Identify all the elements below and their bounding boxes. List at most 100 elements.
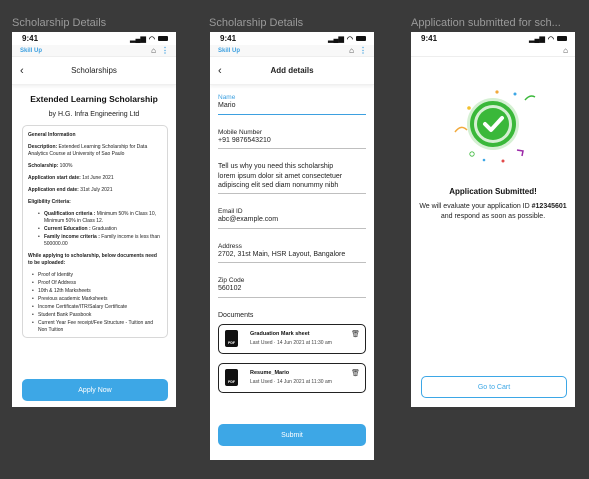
success-fill — [477, 108, 509, 140]
page-title: Add details — [270, 66, 314, 75]
start-date-label: Application start date: — [28, 175, 81, 181]
page-title: Scholarships — [71, 66, 117, 75]
application-id: #12345601 — [531, 203, 567, 210]
mobile-label: Mobile Number — [218, 128, 263, 136]
address-label: Address — [218, 242, 242, 250]
email-field[interactable]: Email ID abc@example.com — [218, 208, 366, 229]
battery-icon — [557, 36, 567, 41]
signal-icon: ▂▄▆ — [130, 35, 146, 43]
document-meta: Last Used · 14 Jun 2021 at 11:30 am — [250, 379, 332, 385]
page-header: ‹ Add details — [210, 57, 374, 85]
scholarship-info-card: General Information Description: Extende… — [22, 125, 168, 338]
list-item: Current Year Fee receipt/Fee Structure -… — [32, 320, 162, 334]
back-icon[interactable]: ‹ — [218, 65, 222, 77]
status-bar: 9:41 ▂▄▆ ◠ — [411, 32, 575, 45]
wifi-icon: ◠ — [148, 35, 155, 43]
name-value[interactable]: Mario — [218, 102, 366, 111]
trash-icon[interactable]: 🗑 — [351, 369, 360, 377]
zip-value[interactable]: 560102 — [218, 285, 366, 294]
frame-title-1: Scholarship Details — [12, 17, 107, 29]
confetti-ring — [469, 151, 475, 157]
phone-submitted: 9:41 ▂▄▆ ◠ ⌂ Application Submitted! We wi… — [411, 32, 575, 407]
documents-label: Documents — [218, 311, 254, 319]
criteria-item: Family income criteria : Family income i… — [34, 234, 162, 248]
pdf-icon: PDF — [225, 369, 238, 386]
document-item[interactable]: PDF Resume_Mario Last Used · 14 Jun 2021… — [218, 362, 366, 393]
zip-label: Zip Code — [218, 277, 245, 284]
brand-logo[interactable]: Skill Up — [218, 48, 240, 54]
go-to-cart-button[interactable]: Go to Cart — [421, 376, 567, 398]
description-label: Description: — [28, 144, 58, 150]
list-item: 10th & 12th Marksheets — [32, 288, 162, 295]
mobile-field[interactable]: Mobile Number +91 9876543210 — [218, 128, 366, 149]
apply-now-button[interactable]: Apply Now — [22, 379, 168, 401]
scholarship-label: Scholarship: — [28, 163, 59, 169]
list-item: Student Bank Passbook — [32, 312, 162, 319]
address-field[interactable]: Address 2702, 31st Main, HSR Layout, Ban… — [218, 242, 366, 263]
name-label: Name — [218, 94, 236, 101]
success-illustration — [454, 90, 536, 163]
pdf-icon: PDF — [225, 330, 238, 347]
frame-title-3: Application submitted for sch... — [411, 17, 561, 29]
confetti-dot — [501, 159, 505, 163]
general-info-heading: General Information — [28, 132, 76, 138]
page-header: ‹ Scholarships — [12, 57, 176, 85]
document-name: Resume_Mario — [250, 370, 290, 376]
required-docs-list: Proof of Identity Proof Of Address 10th … — [28, 272, 162, 334]
eligibility-heading: Eligibility Criteria: — [28, 199, 71, 205]
brand-logo[interactable]: Skill Up — [20, 48, 42, 54]
reason-field[interactable]: Tell us why you need this scholarship lo… — [218, 163, 366, 194]
email-label: Email ID — [218, 208, 243, 215]
reason-value[interactable]: lorem ipsum dolor sit amet consectetuer … — [218, 173, 366, 190]
zip-field[interactable]: Zip Code 560102 — [218, 277, 366, 298]
list-item: Previous academic Marksheets — [32, 296, 162, 303]
more-icon[interactable]: ⋮ — [359, 46, 367, 55]
success-title: Application Submitted! — [449, 187, 537, 196]
app-bar: Skill Up ⌂ ⋮ — [12, 45, 176, 57]
battery-icon — [356, 36, 366, 41]
scholarship-name: Extended Learning Scholarship — [30, 94, 158, 104]
address-value[interactable]: 2702, 31st Main, HSR Layout, Bangalore — [218, 251, 366, 260]
submit-button[interactable]: Submit — [218, 424, 366, 446]
end-date-value: 31st July 2021 — [78, 187, 113, 193]
status-bar: 9:41 ▂▄▆ ◠ — [210, 32, 374, 45]
status-bar: 9:41 ▂▄▆ ◠ — [12, 32, 176, 45]
confetti-curl-orange — [454, 126, 468, 133]
wifi-icon: ◠ — [547, 35, 554, 43]
document-name: Graduation Mark sheet — [250, 331, 310, 337]
confetti-bracket-purple — [516, 149, 524, 157]
confetti-dot — [495, 90, 499, 94]
signal-icon: ▂▄▆ — [529, 35, 545, 43]
phone-add-details: 9:41 ▂▄▆ ◠ Skill Up ⌂ ⋮ ‹ Add details Name… — [210, 32, 374, 460]
status-time: 9:41 — [220, 34, 237, 43]
success-message: We will evaluate your application ID #12… — [419, 203, 567, 220]
frame-title-2: Scholarship Details — [209, 17, 304, 29]
more-icon[interactable]: ⋮ — [161, 46, 169, 55]
list-item: Income Certificate/ITR/Salary Certificat… — [32, 304, 162, 311]
home-icon[interactable]: ⌂ — [349, 46, 354, 55]
confetti-dot — [482, 158, 486, 162]
documents-heading: While applying to scholarship, below doc… — [28, 253, 157, 266]
status-time: 9:41 — [421, 34, 438, 43]
confetti-curl-green — [524, 95, 536, 101]
home-icon[interactable]: ⌂ — [563, 46, 568, 55]
end-date-label: Application end date: — [28, 187, 79, 193]
criteria-list: Qualification criteria : Minimum 50% in … — [28, 211, 162, 248]
top-bar: ⌂ — [411, 45, 575, 57]
confetti-dot — [513, 92, 517, 96]
app-bar: Skill Up ⌂ ⋮ — [210, 45, 374, 57]
list-item: Proof Of Address — [32, 280, 162, 287]
reason-label: Tell us why you need this scholarship — [218, 163, 334, 170]
status-time: 9:41 — [22, 34, 39, 43]
confetti-dot — [467, 106, 471, 110]
document-item[interactable]: PDF Graduation Mark sheet Last Used · 14… — [218, 323, 366, 354]
mobile-value[interactable]: +91 9876543210 — [218, 137, 366, 146]
trash-icon[interactable]: 🗑 — [351, 330, 360, 338]
home-icon[interactable]: ⌂ — [151, 46, 156, 55]
start-date-value: 1st June 2021 — [80, 175, 114, 181]
battery-icon — [158, 36, 168, 41]
email-value[interactable]: abc@example.com — [218, 216, 366, 225]
back-icon[interactable]: ‹ — [20, 65, 24, 77]
wifi-icon: ◠ — [346, 35, 353, 43]
name-field[interactable]: Name Mario — [218, 94, 366, 115]
